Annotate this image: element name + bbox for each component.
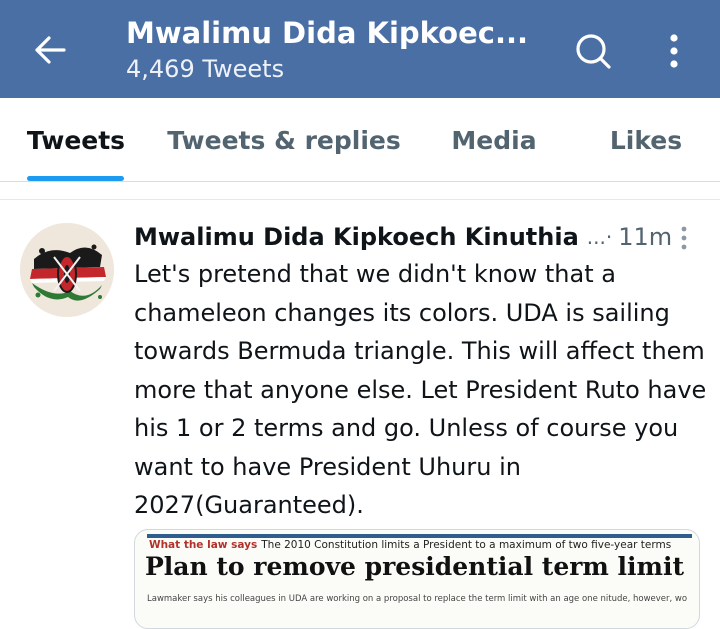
- tab-media[interactable]: Media: [416, 98, 572, 182]
- search-icon: [576, 34, 611, 69]
- kenya-flag-avatar-icon: [20, 223, 114, 317]
- divider: [0, 183, 720, 200]
- profile-header: Mwalimu Dida Kipkoec... 4,469 Tweets: [0, 0, 720, 98]
- tweet-count: 4,469 Tweets: [126, 55, 285, 83]
- tweet[interactable]: Mwalimu Dida Kipkoech Kinuthia ...· 11m …: [0, 201, 720, 629]
- news-headline: Plan to remove presidential term limit: [145, 552, 685, 581]
- tab-tweets[interactable]: Tweets: [0, 98, 152, 182]
- back-button[interactable]: [28, 30, 72, 70]
- news-kicker-text: The 2010 Constitution limits a President…: [261, 539, 672, 551]
- active-tab-indicator: [27, 176, 124, 181]
- profile-name-title: Mwalimu Dida Kipkoec...: [126, 16, 529, 50]
- news-kicker: What the law says The 2010 Constitution l…: [149, 539, 671, 551]
- news-kicker-label: What the law says: [149, 539, 258, 551]
- tweet-text: Let's pretend that we didn't know that a…: [134, 260, 707, 519]
- avatar[interactable]: [20, 223, 114, 317]
- profile-tabs: Tweets Tweets & replies Media Likes: [0, 98, 720, 182]
- news-top-rule: [147, 534, 692, 538]
- tweet-more-button[interactable]: [672, 221, 696, 255]
- tab-likes[interactable]: Likes: [572, 98, 720, 182]
- news-body: Lawmaker says his colleagues in UDA are …: [147, 594, 687, 604]
- more-options-button[interactable]: [656, 28, 692, 74]
- arrow-left-icon: [35, 36, 66, 64]
- more-vertical-icon: [670, 34, 678, 68]
- tweet-timestamp[interactable]: 11m: [618, 223, 672, 251]
- tab-tweets-replies[interactable]: Tweets & replies: [152, 98, 416, 182]
- name-truncation: ...·: [586, 225, 613, 249]
- more-vertical-icon: [681, 226, 687, 250]
- tweet-header: Mwalimu Dida Kipkoech Kinuthia ...· 11m: [134, 219, 704, 255]
- author-name[interactable]: Mwalimu Dida Kipkoech Kinuthia: [134, 223, 579, 251]
- header-titles: Mwalimu Dida Kipkoec... 4,469 Tweets: [126, 14, 546, 86]
- tweet-image[interactable]: What the law says The 2010 Constitution l…: [134, 529, 700, 629]
- search-button[interactable]: [570, 28, 616, 74]
